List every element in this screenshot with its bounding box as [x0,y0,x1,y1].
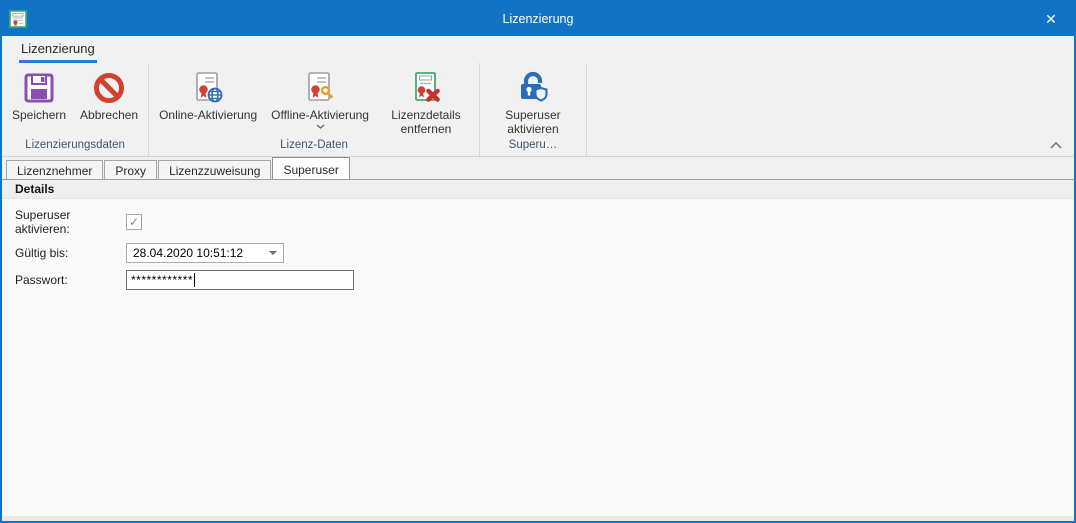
licensing-dialog: Lizenzierung ✕ Lizenzierung Speichern Ab… [0,0,1076,523]
page-tabstrip: Lizenznehmer Proxy Lizenzzuweisung Super… [2,157,1074,180]
certificate-globe-icon [196,72,223,103]
ribbon-body: Speichern Abbrechen Lizenzierungsdaten O… [2,63,1074,157]
cancel-button[interactable]: Abbrechen [73,66,145,139]
remove-license-details-button[interactable]: Lizenzdetails entfernen [376,66,476,139]
button-label: Speichern [12,108,67,122]
certificate-remove-icon [415,72,440,102]
password-label: Passwort: [15,273,68,287]
ribbon-group-lizenzierungsdaten: Speichern Abbrechen Lizenzierungsdaten [2,63,150,156]
floppy-disk-icon [24,73,54,103]
form-row-gueltig-bis: Gültig bis: 28.04.2020 10:51:12 [15,243,1074,263]
tab-lizenznehmer[interactable]: Lizenznehmer [6,160,104,179]
ribbon-group-lizenz-daten: Online-Aktivierung Offline-Aktivierung L… [149,63,480,156]
group-caption: Lizenzierungsdaten [25,139,125,151]
window-title: Lizenzierung [502,12,574,26]
password-input[interactable]: ************ [126,270,354,290]
details-section-header: Details [2,180,1074,199]
lock-shield-icon [520,71,548,102]
button-label: Offline-Aktivierung [271,108,369,122]
superuser-activate-checkbox[interactable]: ✓ [126,214,142,230]
titlebar: Lizenzierung ✕ [2,2,1074,36]
ribbon-tab-lizenzierung[interactable]: Lizenzierung [19,37,97,63]
footer-strip [2,516,1074,521]
superuser-form: Superuser aktivieren: ✓ Gültig bis: 28.0… [2,199,1074,516]
check-icon: ✓ [128,215,140,229]
button-label: Lizenzdetails entfernen [391,108,461,137]
tab-lizenzzuweisung[interactable]: Lizenzzuweisung [158,160,272,179]
form-row-passwort: Passwort: ************ [15,270,1074,290]
valid-until-datetime-picker[interactable]: 28.04.2020 10:51:12 [126,243,284,263]
valid-until-label: Gültig bis: [15,246,69,260]
password-masked-value: ************ [131,273,194,287]
close-button[interactable]: ✕ [1028,2,1074,36]
button-label: Superuser aktivieren [505,108,561,137]
form-row-superuser-aktivieren: Superuser aktivieren: ✓ [15,208,1074,236]
group-caption: Lizenz-Daten [280,139,348,151]
chevron-down-icon [316,124,325,130]
ribbon: Lizenzierung Speichern Abbrechen Lizenzi… [2,36,1074,157]
tab-superuser[interactable]: Superuser [272,157,350,179]
superuser-activate-label: Superuser aktivieren: [15,208,71,236]
close-icon: ✕ [1045,10,1057,27]
text-caret [194,273,196,287]
ribbon-tab-row: Lizenzierung [2,36,1074,63]
button-label: Online-Aktivierung [159,108,258,122]
offline-activation-button[interactable]: Offline-Aktivierung [264,66,376,139]
certificate-key-icon [308,72,334,101]
dropdown-arrow-icon [269,251,277,255]
save-button[interactable]: Speichern [5,66,73,139]
valid-until-value: 28.04.2020 10:51:12 [133,246,244,260]
online-activation-button[interactable]: Online-Aktivierung [152,66,264,139]
activate-superuser-button[interactable]: Superuser aktivieren [483,66,583,139]
collapse-ribbon-icon[interactable] [1050,142,1062,149]
button-label: Abbrechen [80,108,139,122]
cancel-icon [94,73,125,103]
ribbon-group-superuser: Superuser aktivieren Superu… [480,63,587,156]
tab-proxy[interactable]: Proxy [104,160,158,179]
tab-content-superuser: Details Superuser aktivieren: ✓ Gültig b… [2,180,1074,521]
group-caption: Superu… [508,139,558,151]
